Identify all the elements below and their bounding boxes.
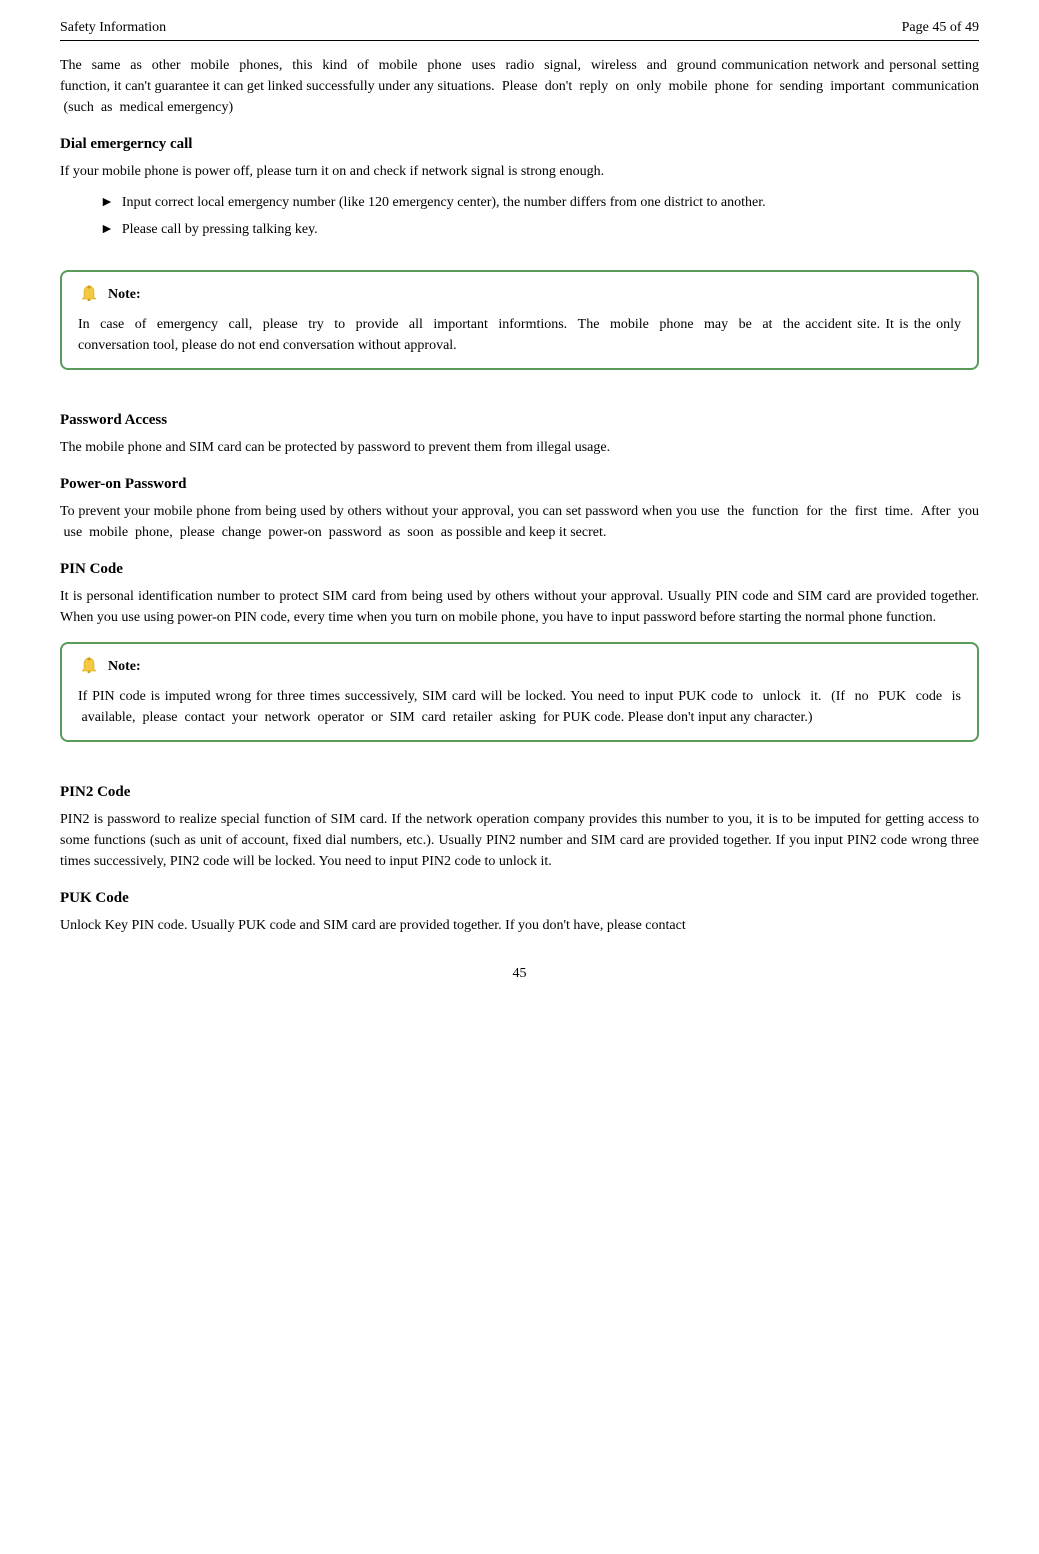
- puk-code-heading: PUK Code: [60, 890, 979, 907]
- page-footer: 45: [60, 966, 979, 982]
- note-label-emergency: Note:: [108, 287, 141, 303]
- pin2-code-heading: PIN2 Code: [60, 784, 979, 801]
- pin-code-para: It is personal identification number to …: [60, 586, 979, 628]
- note-body-pin: If PIN code is imputed wrong for three t…: [78, 686, 961, 728]
- note-body-emergency: In case of emergency call, please try to…: [78, 314, 961, 356]
- dial-emergency-para1: If your mobile phone is power off, pleas…: [60, 161, 979, 182]
- note-label-pin: Note:: [108, 659, 141, 675]
- password-access-heading: Password Access: [60, 412, 979, 429]
- password-access-para: The mobile phone and SIM card can be pro…: [60, 437, 979, 458]
- bullet-arrow-1: ►: [100, 192, 114, 213]
- page-number: 45: [513, 966, 527, 981]
- bullet-arrow-2: ►: [100, 219, 114, 240]
- note-header-emergency: Note:: [78, 284, 961, 306]
- note-box-emergency: Note: In case of emergency call, please …: [60, 270, 979, 370]
- power-on-password-para: To prevent your mobile phone from being …: [60, 501, 979, 543]
- pin-code-heading: PIN Code: [60, 561, 979, 578]
- bullet-item-2: ► Please call by pressing talking key.: [100, 219, 979, 240]
- note-box-pin: Note: If PIN code is imputed wrong for t…: [60, 642, 979, 742]
- bullet-text-1: Input correct local emergency number (li…: [122, 192, 766, 213]
- header-right: Page 45 of 49: [902, 20, 979, 36]
- puk-code-para: Unlock Key PIN code. Usually PUK code an…: [60, 915, 979, 936]
- power-on-password-heading: Power-on Password: [60, 476, 979, 493]
- header-left: Safety Information: [60, 20, 166, 36]
- bullet-text-2: Please call by pressing talking key.: [122, 219, 318, 240]
- intro-paragraph: The same as other mobile phones, this ki…: [60, 55, 979, 118]
- pin2-code-para: PIN2 is password to realize special func…: [60, 809, 979, 872]
- dial-emergency-heading: Dial emergerncy call: [60, 136, 979, 153]
- bell-icon: [78, 284, 100, 306]
- note-header-pin: Note:: [78, 656, 961, 678]
- bullet-item-1: ► Input correct local emergency number (…: [100, 192, 979, 213]
- bell-icon-2: [78, 656, 100, 678]
- page-header: Safety Information Page 45 of 49: [60, 20, 979, 41]
